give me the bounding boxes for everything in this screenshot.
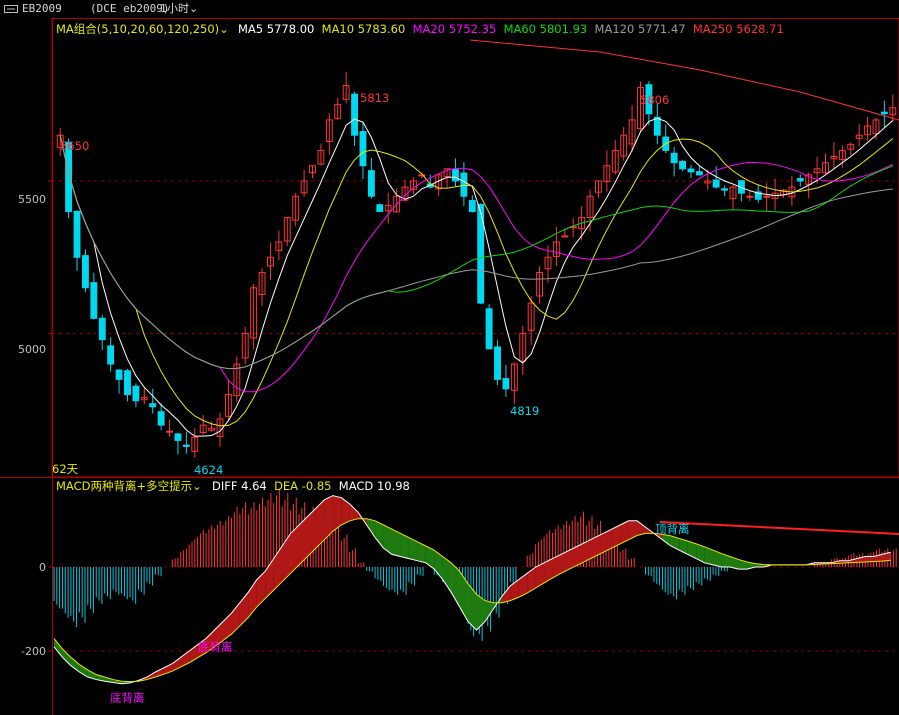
candle-body	[149, 403, 157, 408]
candle-body	[174, 433, 182, 441]
candle-body	[763, 195, 771, 198]
ma5-label: MA5 5778.00	[238, 22, 315, 36]
chevron-down-icon: ⌄	[219, 22, 229, 36]
diff-value: DIFF 4.64	[212, 479, 267, 493]
window-icon	[4, 5, 18, 13]
candle-body	[166, 430, 173, 433]
symbol-code: EB2009	[22, 2, 62, 15]
days-label: 62天	[52, 462, 79, 476]
chevron-down-icon: ⌄	[192, 479, 202, 493]
candle-body	[561, 235, 569, 238]
macd-band-segment	[628, 520, 638, 540]
candle-body	[90, 282, 98, 319]
ma10-label: MA10 5783.60	[321, 22, 406, 36]
ma60-label: MA60 5801.93	[503, 22, 588, 36]
ma250-line	[469, 39, 899, 121]
candle-body	[98, 317, 106, 341]
candle-body	[132, 385, 140, 402]
candle-body	[502, 378, 510, 390]
macd-band-segment	[70, 657, 80, 672]
candle-body	[452, 169, 459, 182]
macd-indicator-name: MACD两种背离+多空提示	[56, 479, 193, 493]
candle-body	[712, 179, 720, 188]
candle-body	[81, 255, 89, 289]
macd-band-segment	[383, 525, 392, 555]
peak-right-label: 5806	[640, 93, 670, 107]
candle-body	[182, 444, 190, 447]
macd-value: MACD 10.98	[338, 479, 410, 493]
ma250-label: MA250 5628.71	[692, 22, 784, 36]
candle-body	[746, 195, 754, 198]
macd-band-segment	[256, 571, 266, 607]
low-left-label: 4624	[194, 463, 224, 477]
high-left-label: 5650	[60, 139, 90, 153]
candle-body	[115, 369, 123, 380]
main-panel-border	[51, 18, 899, 478]
candle-body	[679, 160, 686, 170]
peak-mid-label: 5813	[360, 91, 390, 105]
ma-line-3	[59, 135, 894, 393]
price-tick-5500: 5500	[18, 193, 46, 206]
ma-line-2	[59, 135, 894, 427]
ma-indicator-selector[interactable]: MA组合(5,10,20,60,120,250)⌄	[56, 22, 229, 36]
low-mid-label: 4819	[510, 404, 540, 418]
candle-body	[367, 170, 375, 197]
candle-body	[124, 370, 131, 396]
macd-band-segment	[79, 664, 88, 678]
candle-body	[721, 188, 729, 191]
macd-tick-0: 0	[39, 561, 46, 574]
bottom-divergence-label-2: 底背离	[110, 691, 145, 705]
period-selector[interactable]: 1小时⌄	[160, 0, 198, 18]
exchange-label: (DCE eb2009)	[90, 2, 170, 15]
candle-body	[494, 346, 501, 380]
ma-values-row: MA5 5778.00 MA10 5783.60 MA20 5752.35 MA…	[238, 22, 784, 36]
candle-body	[157, 411, 165, 426]
ma120-label: MA120 5771.47	[594, 22, 686, 36]
period-label: 1小时	[160, 2, 189, 15]
macd-band-segment	[366, 518, 376, 538]
macd-indicator-selector[interactable]: MACD两种背离+多空提示⌄	[56, 479, 202, 493]
candle-body	[653, 116, 661, 136]
top-divergence-line	[659, 521, 899, 535]
macd-band-segment	[349, 504, 359, 521]
dea-value: DEA -0.85	[274, 479, 332, 493]
candle-body	[796, 178, 804, 182]
candle-body	[695, 171, 703, 176]
candle-body	[376, 204, 384, 212]
candle-body	[670, 152, 678, 164]
candle-body	[460, 172, 468, 197]
bottom-divergence-label-1: 底背离	[198, 640, 233, 654]
candle-body	[687, 168, 695, 173]
candle-body	[485, 308, 493, 350]
ma-line-1	[59, 117, 894, 437]
top-divergence-label: 顶背离	[655, 522, 690, 536]
candle-body	[880, 111, 888, 115]
chart-canvas[interactable]	[0, 18, 899, 715]
macd-tick-neg200: -200	[21, 645, 46, 658]
candle-body	[107, 345, 115, 365]
chevron-down-icon: ⌄	[189, 2, 199, 15]
candle-body	[73, 210, 81, 258]
macd-values-row: DIFF 4.64 DEA -0.85 MACD 10.98	[212, 479, 410, 493]
candle-body	[359, 131, 367, 167]
macd-band-segment	[434, 550, 443, 580]
window-title-bar: EB2009 (DCE eb2009) 1小时⌄	[0, 0, 899, 18]
ma20-label: MA20 5752.35	[412, 22, 497, 36]
price-tick-5000: 5000	[18, 343, 46, 356]
ma-indicator-name: MA组合(5,10,20,60,120,250)	[56, 22, 220, 36]
candle-body	[468, 199, 476, 212]
candle-body	[351, 93, 358, 136]
